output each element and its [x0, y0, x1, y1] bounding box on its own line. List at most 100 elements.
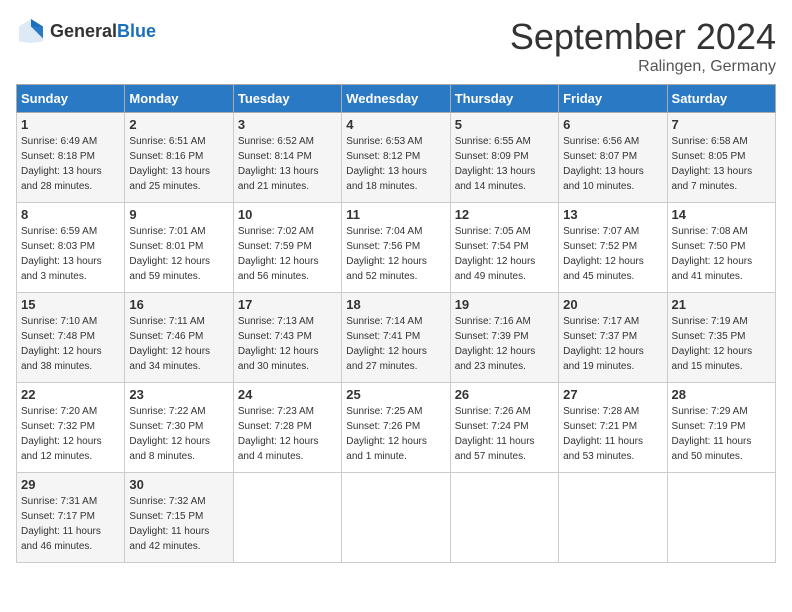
- day-info: Sunrise: 7:02 AM Sunset: 7:59 PM Dayligh…: [238, 224, 337, 284]
- day-number: 21: [672, 297, 771, 312]
- day-info: Sunrise: 7:26 AM Sunset: 7:24 PM Dayligh…: [455, 404, 554, 464]
- day-number: 6: [563, 117, 662, 132]
- calendar-cell: 5 Sunrise: 6:55 AM Sunset: 8:09 PM Daylig…: [450, 113, 558, 203]
- calendar-cell: 17Sunrise: 7:13 AM Sunset: 7:43 PM Dayli…: [233, 293, 341, 383]
- calendar-cell: [559, 473, 667, 563]
- weekday-header: Sunday: [17, 85, 125, 113]
- calendar-cell: 28Sunrise: 7:29 AM Sunset: 7:19 PM Dayli…: [667, 383, 775, 473]
- day-info: Sunrise: 7:31 AM Sunset: 7:17 PM Dayligh…: [21, 494, 120, 554]
- day-number: 9: [129, 207, 228, 222]
- calendar-cell: [233, 473, 341, 563]
- day-info: Sunrise: 7:14 AM Sunset: 7:41 PM Dayligh…: [346, 314, 445, 374]
- weekday-header: Tuesday: [233, 85, 341, 113]
- day-number: 1: [21, 117, 120, 132]
- day-info: Sunrise: 7:01 AM Sunset: 8:01 PM Dayligh…: [129, 224, 228, 284]
- calendar-cell: 8Sunrise: 6:59 AM Sunset: 8:03 PM Daylig…: [17, 203, 125, 293]
- day-info: Sunrise: 6:56 AM Sunset: 8:07 PM Dayligh…: [563, 134, 662, 194]
- calendar-cell: 23Sunrise: 7:22 AM Sunset: 7:30 PM Dayli…: [125, 383, 233, 473]
- day-number: 22: [21, 387, 120, 402]
- calendar-cell: 13 Sunrise: 7:07 AM Sunset: 7:52 PM Dayli…: [559, 203, 667, 293]
- logo-blue: Blue: [117, 21, 156, 41]
- weekday-header: Monday: [125, 85, 233, 113]
- weekday-header: Friday: [559, 85, 667, 113]
- day-number: 3: [238, 117, 337, 132]
- day-info: Sunrise: 6:58 AM Sunset: 8:05 PM Dayligh…: [672, 134, 771, 194]
- day-number: 24: [238, 387, 337, 402]
- day-info: Sunrise: 7:16 AM Sunset: 7:39 PM Dayligh…: [455, 314, 554, 374]
- calendar-cell: 27Sunrise: 7:28 AM Sunset: 7:21 PM Dayli…: [559, 383, 667, 473]
- day-number: 26: [455, 387, 554, 402]
- logo: GeneralBlue: [16, 16, 156, 46]
- calendar-cell: 12 Sunrise: 7:05 AM Sunset: 7:54 PM Dayli…: [450, 203, 558, 293]
- calendar-cell: 25Sunrise: 7:25 AM Sunset: 7:26 PM Dayli…: [342, 383, 450, 473]
- day-number: 17: [238, 297, 337, 312]
- day-number: 5: [455, 117, 554, 132]
- day-info: Sunrise: 6:49 AM Sunset: 8:18 PM Dayligh…: [21, 134, 120, 194]
- day-number: 15: [21, 297, 120, 312]
- day-number: 29: [21, 477, 120, 492]
- calendar-cell: 22 Sunrise: 7:20 AM Sunset: 7:32 PM Dayli…: [17, 383, 125, 473]
- calendar-cell: [450, 473, 558, 563]
- calendar-cell: 10 Sunrise: 7:02 AM Sunset: 7:59 PM Dayli…: [233, 203, 341, 293]
- day-number: 13: [563, 207, 662, 222]
- calendar-cell: 18Sunrise: 7:14 AM Sunset: 7:41 PM Dayli…: [342, 293, 450, 383]
- day-info: Sunrise: 7:20 AM Sunset: 7:32 PM Dayligh…: [21, 404, 120, 464]
- calendar-cell: 4 Sunrise: 6:53 AM Sunset: 8:12 PM Daylig…: [342, 113, 450, 203]
- calendar-cell: 19 Sunrise: 7:16 AM Sunset: 7:39 PM Dayli…: [450, 293, 558, 383]
- day-info: Sunrise: 7:17 AM Sunset: 7:37 PM Dayligh…: [563, 314, 662, 374]
- calendar-cell: 26 Sunrise: 7:26 AM Sunset: 7:24 PM Dayli…: [450, 383, 558, 473]
- calendar-cell: 11Sunrise: 7:04 AM Sunset: 7:56 PM Dayli…: [342, 203, 450, 293]
- day-info: Sunrise: 7:05 AM Sunset: 7:54 PM Dayligh…: [455, 224, 554, 284]
- day-info: Sunrise: 6:55 AM Sunset: 8:09 PM Dayligh…: [455, 134, 554, 194]
- day-number: 7: [672, 117, 771, 132]
- logo-text: GeneralBlue: [50, 21, 156, 42]
- day-info: Sunrise: 7:10 AM Sunset: 7:48 PM Dayligh…: [21, 314, 120, 374]
- day-info: Sunrise: 7:04 AM Sunset: 7:56 PM Dayligh…: [346, 224, 445, 284]
- day-number: 28: [672, 387, 771, 402]
- day-number: 12: [455, 207, 554, 222]
- location: Ralingen, Germany: [510, 58, 776, 76]
- day-number: 10: [238, 207, 337, 222]
- day-number: 4: [346, 117, 445, 132]
- page-header: GeneralBlue September 2024 Ralingen, Ger…: [16, 16, 776, 76]
- day-number: 27: [563, 387, 662, 402]
- day-number: 2: [129, 117, 228, 132]
- day-info: Sunrise: 7:11 AM Sunset: 7:46 PM Dayligh…: [129, 314, 228, 374]
- day-number: 14: [672, 207, 771, 222]
- calendar-cell: [667, 473, 775, 563]
- day-info: Sunrise: 7:23 AM Sunset: 7:28 PM Dayligh…: [238, 404, 337, 464]
- day-number: 20: [563, 297, 662, 312]
- calendar-week-row: 15 Sunrise: 7:10 AM Sunset: 7:48 PM Dayli…: [17, 293, 776, 383]
- weekday-header: Wednesday: [342, 85, 450, 113]
- day-info: Sunrise: 6:53 AM Sunset: 8:12 PM Dayligh…: [346, 134, 445, 194]
- day-info: Sunrise: 7:32 AM Sunset: 7:15 PM Dayligh…: [129, 494, 228, 554]
- calendar-cell: 15 Sunrise: 7:10 AM Sunset: 7:48 PM Dayli…: [17, 293, 125, 383]
- day-info: Sunrise: 7:08 AM Sunset: 7:50 PM Dayligh…: [672, 224, 771, 284]
- day-info: Sunrise: 7:07 AM Sunset: 7:52 PM Dayligh…: [563, 224, 662, 284]
- logo-icon: [16, 16, 46, 46]
- calendar: SundayMondayTuesdayWednesdayThursdayFrid…: [16, 84, 776, 563]
- calendar-cell: 1 Sunrise: 6:49 AM Sunset: 8:18 PM Daylig…: [17, 113, 125, 203]
- calendar-cell: [342, 473, 450, 563]
- calendar-cell: 2Sunrise: 6:51 AM Sunset: 8:16 PM Daylig…: [125, 113, 233, 203]
- calendar-week-row: 29 Sunrise: 7:31 AM Sunset: 7:17 PM Dayli…: [17, 473, 776, 563]
- calendar-cell: 3 Sunrise: 6:52 AM Sunset: 8:14 PM Daylig…: [233, 113, 341, 203]
- day-info: Sunrise: 7:19 AM Sunset: 7:35 PM Dayligh…: [672, 314, 771, 374]
- day-info: Sunrise: 6:59 AM Sunset: 8:03 PM Dayligh…: [21, 224, 120, 284]
- day-number: 19: [455, 297, 554, 312]
- calendar-week-row: 1 Sunrise: 6:49 AM Sunset: 8:18 PM Daylig…: [17, 113, 776, 203]
- weekday-header-row: SundayMondayTuesdayWednesdayThursdayFrid…: [17, 85, 776, 113]
- calendar-cell: 21 Sunrise: 7:19 AM Sunset: 7:35 PM Dayli…: [667, 293, 775, 383]
- calendar-cell: 14 Sunrise: 7:08 AM Sunset: 7:50 PM Dayli…: [667, 203, 775, 293]
- month-title: September 2024: [510, 16, 776, 58]
- calendar-week-row: 22 Sunrise: 7:20 AM Sunset: 7:32 PM Dayli…: [17, 383, 776, 473]
- calendar-cell: 7 Sunrise: 6:58 AM Sunset: 8:05 PM Daylig…: [667, 113, 775, 203]
- calendar-cell: 16Sunrise: 7:11 AM Sunset: 7:46 PM Dayli…: [125, 293, 233, 383]
- day-info: Sunrise: 6:52 AM Sunset: 8:14 PM Dayligh…: [238, 134, 337, 194]
- day-number: 25: [346, 387, 445, 402]
- day-number: 30: [129, 477, 228, 492]
- calendar-cell: 24 Sunrise: 7:23 AM Sunset: 7:28 PM Dayli…: [233, 383, 341, 473]
- day-info: Sunrise: 7:22 AM Sunset: 7:30 PM Dayligh…: [129, 404, 228, 464]
- title-block: September 2024 Ralingen, Germany: [510, 16, 776, 76]
- calendar-cell: 9 Sunrise: 7:01 AM Sunset: 8:01 PM Daylig…: [125, 203, 233, 293]
